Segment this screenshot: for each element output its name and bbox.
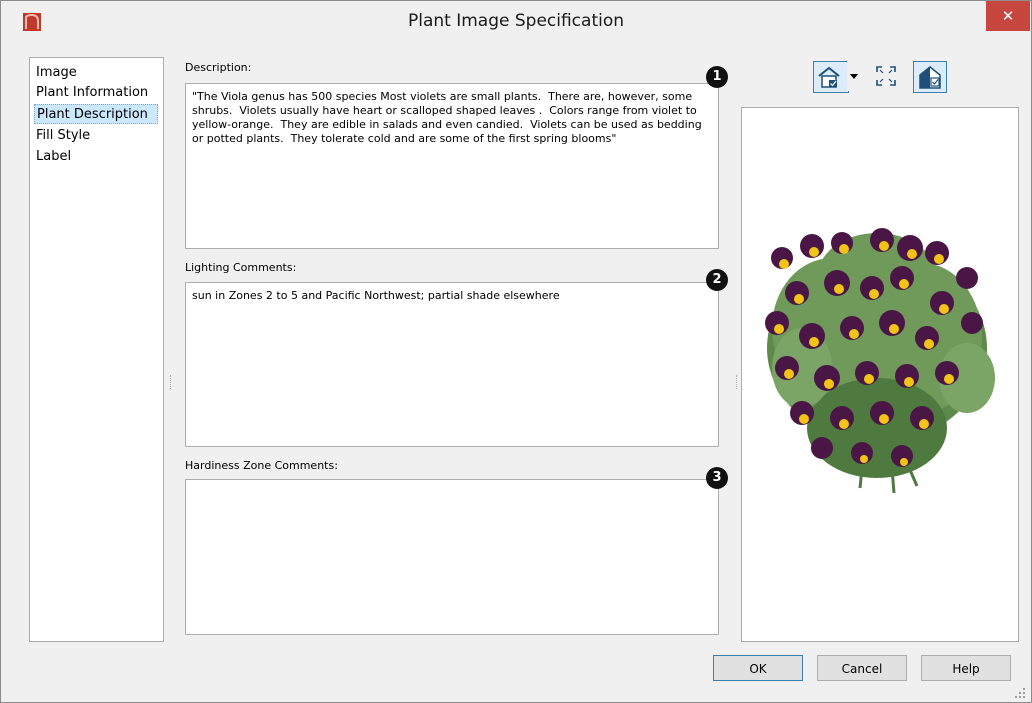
nav-item-plant-description[interactable]: Plant Description [34,104,158,124]
preview-options-button[interactable] [913,61,947,93]
fit-window-icon [876,66,896,86]
plant-preview-pane [741,107,1019,642]
window-title: Plant Image Specification [407,11,625,31]
left-splitter[interactable] [170,375,173,389]
lighting-label: Lighting Comments: [185,261,297,274]
preview-options-icon [919,66,941,89]
help-button[interactable]: Help [921,655,1011,681]
category-list[interactable]: Image Plant Information Plant Descriptio… [29,57,164,642]
hardiness-textarea[interactable] [185,479,719,635]
title-bar[interactable]: Plant Image Specification ✕ [1,1,1031,43]
callout-3-badge: 3 [706,467,728,489]
view-camera-button[interactable] [813,61,849,93]
view-dropdown-button[interactable] [847,61,861,91]
fit-window-button[interactable] [871,61,901,91]
nav-item-label[interactable]: Label [34,147,158,167]
ok-button[interactable]: OK [713,655,803,681]
callout-2-badge: 2 [706,269,728,291]
chevron-down-icon [850,74,858,79]
nav-item-fill-style[interactable]: Fill Style [34,126,158,146]
dialog-window: Plant Image Specification ✕ Image Plant … [0,0,1032,703]
hardiness-label: Hardiness Zone Comments: [185,459,338,472]
cancel-button[interactable]: Cancel [817,655,907,681]
description-textarea[interactable]: "The Viola genus has 500 species Most vi… [185,83,719,249]
nav-item-plant-information[interactable]: Plant Information [34,83,158,103]
nav-item-image[interactable]: Image [34,63,158,83]
resize-grip-icon[interactable] [1014,687,1026,699]
plant-image [765,228,995,494]
description-label: Description: [185,61,252,74]
view-camera-icon [818,66,840,88]
lighting-textarea[interactable]: sun in Zones 2 to 5 and Pacific Northwes… [185,282,719,447]
callout-1-badge: 1 [706,66,728,88]
right-splitter[interactable] [736,375,739,389]
close-button[interactable]: ✕ [986,1,1030,31]
